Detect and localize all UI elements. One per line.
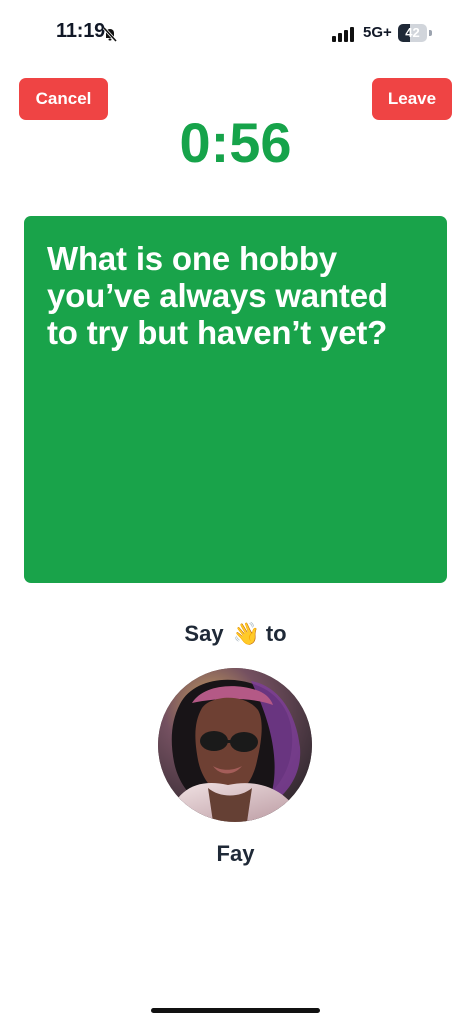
greeting-line: Say 👋 to (0, 621, 471, 647)
battery-percent: 42 (405, 25, 420, 40)
question-text: What is one hobby you’ve always wanted t… (47, 240, 388, 351)
waving-hand-icon: 👋 (232, 622, 261, 647)
question-card: What is one hobby you’ve always wanted t… (24, 216, 447, 583)
home-indicator[interactable] (151, 1008, 320, 1013)
bell-slash-icon (102, 26, 118, 43)
battery-cap (429, 30, 432, 36)
contact-name: Fay (216, 841, 255, 866)
status-bar: 11:19 5G+ 42 (0, 0, 471, 64)
battery-icon: 42 (398, 24, 432, 42)
greeting-prefix: Say (184, 621, 224, 646)
avatar-photo (158, 668, 312, 822)
greeting-suffix: to (265, 621, 287, 646)
status-time: 11:19 (56, 20, 106, 42)
network-label: 5G+ (363, 24, 392, 41)
signal-icon (332, 27, 354, 42)
countdown-timer: 0:56 (179, 111, 292, 174)
battery-body: 42 (398, 24, 427, 42)
avatar[interactable] (158, 668, 312, 822)
